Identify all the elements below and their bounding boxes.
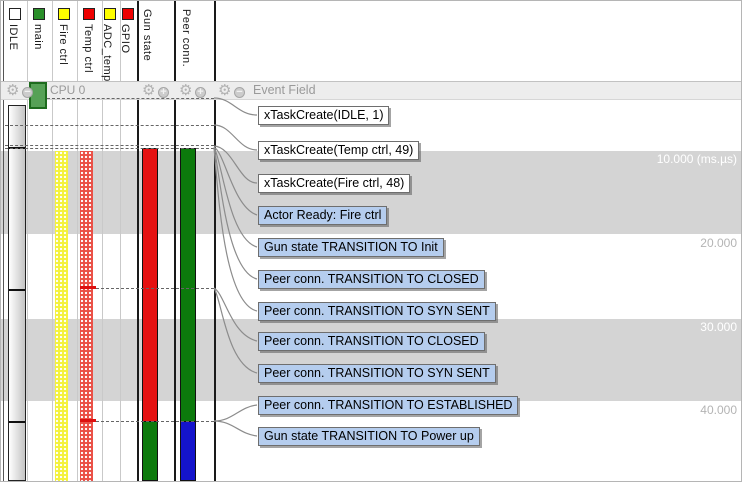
event-time-line [5,148,214,149]
gun-state-bar-power-up[interactable] [142,421,158,481]
column-header-gpio: GPIO [119,24,131,54]
column-header-main: main [32,24,44,50]
task-color-swatch-idle[interactable] [9,8,21,20]
event-label[interactable]: xTaskCreate(IDLE, 1) [258,106,389,125]
event-label[interactable]: Peer conn. TRANSITION TO ESTABLISHED [258,396,518,415]
cpu-label: CPU 0 [50,82,85,99]
event-label[interactable]: xTaskCreate(Temp ctrl, 49) [258,141,419,160]
event-label[interactable]: Peer conn. TRANSITION TO CLOSED [258,332,485,351]
peer-conn-bar-closed[interactable] [180,148,196,422]
expand-icon[interactable]: + [158,87,169,98]
column-header-fire-ctrl: Fire ctrl [57,24,69,65]
gear-icon[interactable]: ⚙ [179,82,192,99]
column-header-adc-temp: ADC_temp [101,24,113,82]
grid-line [77,1,78,482]
segment-divider [9,289,25,291]
task-color-swatch-adc-temp[interactable] [104,8,116,20]
time-tick-30ms: 30.000 [607,320,737,334]
task-color-swatch-gpio[interactable] [122,8,134,20]
task-color-swatch-temp-ctrl[interactable] [83,8,95,20]
event-label[interactable]: Gun state TRANSITION TO Init [258,238,444,257]
time-tick-40ms: 40.000 [607,403,737,417]
grid-line [120,1,121,482]
event-label[interactable]: Peer conn. TRANSITION TO SYN SENT [258,302,496,321]
grid-line [3,1,4,482]
grid-line [214,1,216,482]
event-time-line [47,98,214,99]
event-label[interactable]: Gun state TRANSITION TO Power up [258,427,480,446]
grid-line [27,1,28,482]
column-header-temp-ctrl: Temp ctrl [82,24,94,73]
collapse-icon[interactable]: − [22,87,33,98]
column-header-idle: IDLE [7,24,19,50]
column-header-gun-state: Gun state [141,9,153,61]
temp-ctrl-task-bar[interactable] [80,151,93,481]
time-tick-20ms: 20.000 [607,236,737,250]
collapse-icon[interactable]: − [234,87,245,98]
event-time-line [5,125,214,126]
grid-line [52,1,53,482]
event-time-line [96,421,214,422]
gear-icon[interactable]: ⚙ [218,82,231,99]
segment-divider [9,421,25,423]
idle-task-bar[interactable] [8,105,26,481]
event-marker-temp-ctrl [80,419,96,422]
gear-icon[interactable]: ⚙ [6,82,19,99]
trace-view: IDLE main Fire ctrl Temp ctrl ADC_temp G… [0,0,742,482]
event-time-line [96,288,214,289]
event-label[interactable]: xTaskCreate(Fire ctrl, 48) [258,174,410,193]
expand-icon[interactable]: + [195,87,206,98]
gun-state-bar-init[interactable] [142,148,158,422]
task-color-swatch-fire-ctrl[interactable] [58,8,70,20]
event-field-label: Event Field [253,82,316,99]
fire-ctrl-task-bar[interactable] [55,151,68,481]
time-tick-10ms: 10.000 (ms.µs) [607,152,737,166]
event-time-line [5,145,214,146]
column-header-peer-conn: Peer conn. [180,9,192,67]
peer-conn-bar-established[interactable] [180,421,196,481]
task-color-swatch-main[interactable] [33,8,45,20]
event-marker-temp-ctrl [80,286,96,289]
event-label[interactable]: Peer conn. TRANSITION TO SYN SENT [258,364,496,383]
gear-icon[interactable]: ⚙ [142,82,155,99]
grid-line [137,1,139,482]
event-label[interactable]: Actor Ready: Fire ctrl [258,206,387,225]
event-label[interactable]: Peer conn. TRANSITION TO CLOSED [258,270,485,289]
grid-line [174,1,176,482]
